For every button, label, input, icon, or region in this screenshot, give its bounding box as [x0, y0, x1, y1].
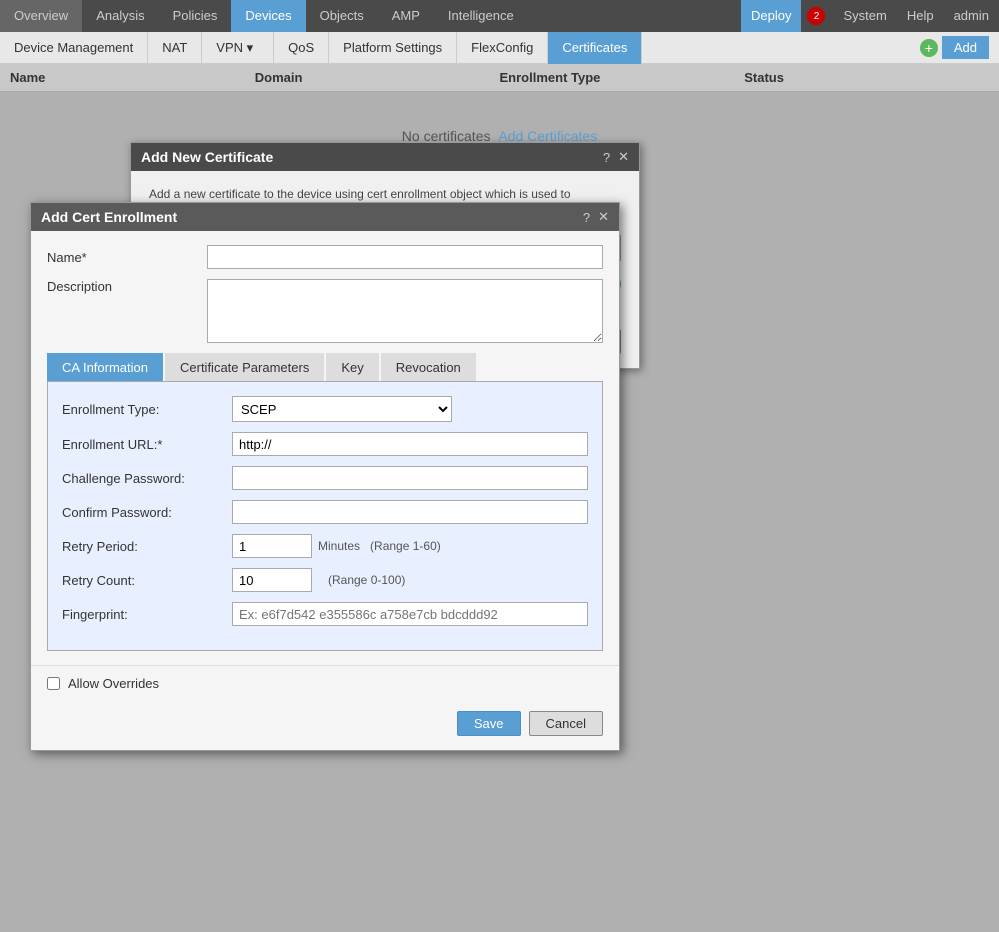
- confirm-password-label: Confirm Password:: [62, 505, 232, 520]
- nav-item-intelligence[interactable]: Intelligence: [434, 0, 528, 32]
- retry-count-input[interactable]: [232, 568, 312, 592]
- notification-badge[interactable]: 2: [807, 7, 825, 25]
- subnav-platform-settings[interactable]: Platform Settings: [329, 32, 457, 64]
- subnav-device-management[interactable]: Device Management: [0, 32, 148, 64]
- challenge-password-label: Challenge Password:: [62, 471, 232, 486]
- retry-period-unit: Minutes: [318, 539, 360, 553]
- subnav-flexconfig[interactable]: FlexConfig: [457, 32, 548, 64]
- col-header-domain: Domain: [255, 70, 500, 85]
- help-icon[interactable]: ?: [603, 150, 610, 165]
- col-header-name: Name: [10, 70, 255, 85]
- retry-period-range: (Range 1-60): [370, 539, 441, 553]
- name-input[interactable]: [207, 245, 603, 269]
- subnav-qos[interactable]: QoS: [274, 32, 329, 64]
- enrollment-url-input[interactable]: [232, 432, 588, 456]
- nav-item-policies[interactable]: Policies: [159, 0, 232, 32]
- allow-overrides-checkbox[interactable]: [47, 677, 60, 690]
- retry-period-input[interactable]: [232, 534, 312, 558]
- allow-overrides-label: Allow Overrides: [68, 676, 159, 691]
- help-button[interactable]: Help: [897, 0, 944, 32]
- enrollment-cancel-button[interactable]: Cancel: [529, 711, 603, 736]
- enrollment-dialog-header: Add Cert Enrollment ? ✕: [31, 203, 619, 231]
- nav-item-overview[interactable]: Overview: [0, 0, 82, 32]
- subnav-certificates[interactable]: Certificates: [548, 32, 642, 64]
- nav-item-devices[interactable]: Devices: [231, 0, 305, 32]
- enrollment-dialog-title: Add Cert Enrollment: [41, 209, 177, 225]
- add-cert-dialog-header: Add New Certificate ? ✕: [131, 143, 639, 171]
- tab-key[interactable]: Key: [326, 353, 378, 381]
- enrollment-url-label: Enrollment URL:*: [62, 437, 232, 452]
- tab-revocation[interactable]: Revocation: [381, 353, 476, 381]
- retry-period-label: Retry Period:: [62, 539, 232, 554]
- enrollment-help-icon[interactable]: ?: [583, 210, 590, 225]
- col-header-enrollment-type: Enrollment Type: [500, 70, 745, 85]
- nav-item-amp[interactable]: AMP: [378, 0, 434, 32]
- col-header-status: Status: [744, 70, 989, 85]
- add-button[interactable]: Add: [942, 36, 989, 59]
- subnav-vpn[interactable]: VPN ▾: [202, 32, 274, 64]
- nav-item-objects[interactable]: Objects: [306, 0, 378, 32]
- add-cert-dialog-title: Add New Certificate: [141, 149, 273, 165]
- tab-certificate-parameters[interactable]: Certificate Parameters: [165, 353, 324, 381]
- subnav-nat[interactable]: NAT: [148, 32, 202, 64]
- admin-button[interactable]: admin: [944, 0, 999, 32]
- nav-item-analysis[interactable]: Analysis: [82, 0, 158, 32]
- name-label: Name*: [47, 250, 207, 265]
- close-icon[interactable]: ✕: [618, 149, 629, 165]
- system-button[interactable]: System: [833, 0, 896, 32]
- retry-count-range: (Range 0-100): [328, 573, 405, 587]
- retry-count-label: Retry Count:: [62, 573, 232, 588]
- enrollment-type-label: Enrollment Type:: [62, 402, 232, 417]
- enrollment-close-icon[interactable]: ✕: [598, 209, 609, 225]
- description-textarea[interactable]: [207, 279, 603, 343]
- enrollment-save-button[interactable]: Save: [457, 711, 521, 736]
- challenge-password-input[interactable]: [232, 466, 588, 490]
- add-cert-enrollment-dialog: Add Cert Enrollment ? ✕ Name* Descriptio…: [30, 202, 620, 751]
- add-circle-icon: +: [920, 39, 938, 57]
- fingerprint-label: Fingerprint:: [62, 607, 232, 622]
- confirm-password-input[interactable]: [232, 500, 588, 524]
- fingerprint-input[interactable]: [232, 602, 588, 626]
- deploy-button[interactable]: Deploy: [741, 0, 801, 32]
- enrollment-type-select[interactable]: SCEP Manual PKCS12 Self Signed: [232, 396, 452, 422]
- tab-ca-information[interactable]: CA Information: [47, 353, 163, 381]
- description-label: Description: [47, 279, 207, 294]
